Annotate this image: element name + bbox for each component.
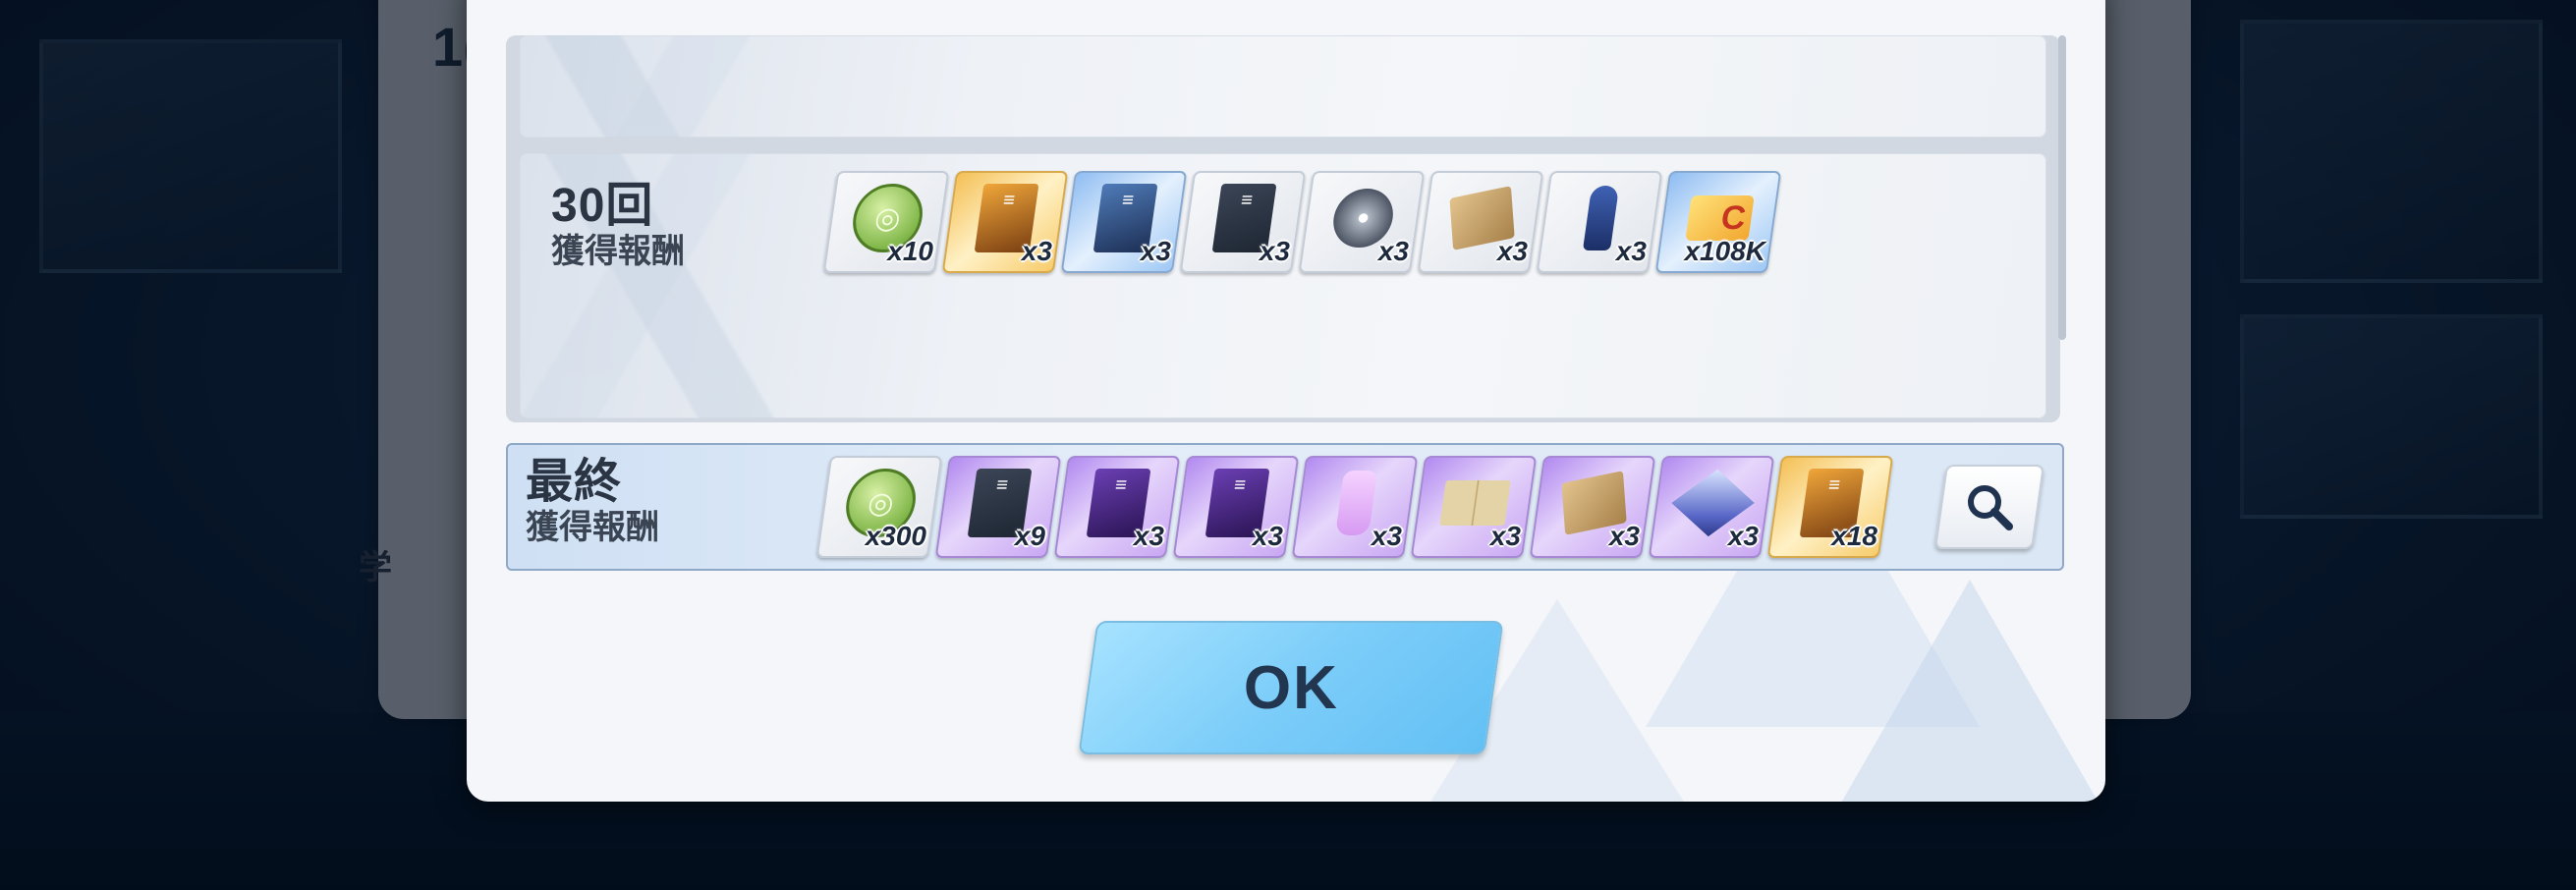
reward-quantity: x3 [1608,521,1640,551]
final-reward-title: 最終 獲得報酬 [526,459,659,546]
reward-quantity: x18 [1831,521,1877,551]
reward-quantity: x3 [1615,236,1647,266]
final-reward-row: 最終 獲得報酬 ◎ x300 ≡ x9 ≡ x3 ≡ x3 x3 x3 x3 x3 ≡ x18 [506,443,2064,571]
reward-row-title: 30回 獲得報酬 [551,183,685,270]
reward-item[interactable]: x3 [1298,169,1426,275]
reward-quantity: x3 [1371,521,1402,551]
scrollbar[interactable] [2058,35,2066,340]
credit-card-icon: C [1685,195,1755,241]
reward-quantity: x3 [1140,236,1171,266]
reward-item[interactable]: ≡ x3 [1053,454,1181,560]
reward-item[interactable]: ≡ x18 [1766,454,1894,560]
open-book-artifact-icon [1439,480,1511,526]
reward-item[interactable]: x3 [1529,454,1656,560]
reward-modal: 30回 獲得報酬 ◎ x10 ≡ x3 ≡ x3 ≡ x3 x3 x3 x3 Cx108K 最終 獲得… [467,0,2105,802]
reward-list[interactable]: 30回 獲得報酬 ◎ x10 ≡ x3 ≡ x3 ≡ x3 x3 x3 x3 Cx108K [506,35,2066,422]
reward-row-30: 30回 獲得報酬 ◎ x10 ≡ x3 ≡ x3 ≡ x3 x3 x3 x3 Cx108K [520,153,2046,418]
reward-item[interactable]: x3 [1536,169,1663,275]
reward-item[interactable]: ◎ x10 [822,169,950,275]
reward-item[interactable]: ≡ x3 [941,169,1069,275]
reward-quantity: x300 [865,521,926,551]
reward-quantity: x3 [1377,236,1409,266]
reward-label: 獲得報酬 [551,233,685,270]
reward-quantity: x3 [1489,521,1521,551]
reward-item[interactable]: ≡ x3 [1172,454,1300,560]
reward-item[interactable]: ≡ x9 [934,454,1062,560]
reward-item[interactable]: ≡ x3 [1060,169,1188,275]
reward-item[interactable]: x3 [1648,454,1775,560]
reward-item[interactable]: ≡ x3 [1179,169,1307,275]
reward-item[interactable]: x3 [1291,454,1419,560]
decorative-triangle [1822,580,2105,802]
final-label: 最終 [526,456,623,508]
reward-quantity: x9 [1014,521,1045,551]
reward-row-previous [520,35,2046,138]
reward-quantity: x3 [1727,521,1759,551]
reward-quantity: x3 [1133,521,1164,551]
reward-item[interactable]: Cx108K [1654,169,1782,275]
magnifier-icon [1968,485,2013,530]
reward-quantity: x108K [1684,236,1765,266]
reward-quantity: x3 [1259,236,1290,266]
reward-item[interactable]: x3 [1417,169,1544,275]
reward-quantity: x3 [1496,236,1528,266]
figure-artifact-icon [1582,186,1620,250]
search-button[interactable] [1933,465,2045,549]
ok-button[interactable]: OK [1078,621,1504,754]
reward-quantity: x10 [887,236,933,266]
reward-count-label: 30回 [551,180,654,232]
reward-quantity: x3 [1252,521,1283,551]
ok-button-label: OK [1243,653,1339,722]
reward-label: 獲得報酬 [526,509,659,546]
reward-items: ◎ x10 ≡ x3 ≡ x3 ≡ x3 x3 x3 x3 Cx108K [822,169,1782,275]
row-decoration [520,35,814,138]
reward-item[interactable]: ◎ x300 [815,454,943,560]
final-reward-items: ◎ x300 ≡ x9 ≡ x3 ≡ x3 x3 x3 x3 x3 ≡ x18 [815,454,1894,560]
reward-item[interactable]: x3 [1410,454,1538,560]
reward-quantity: x3 [1021,236,1052,266]
